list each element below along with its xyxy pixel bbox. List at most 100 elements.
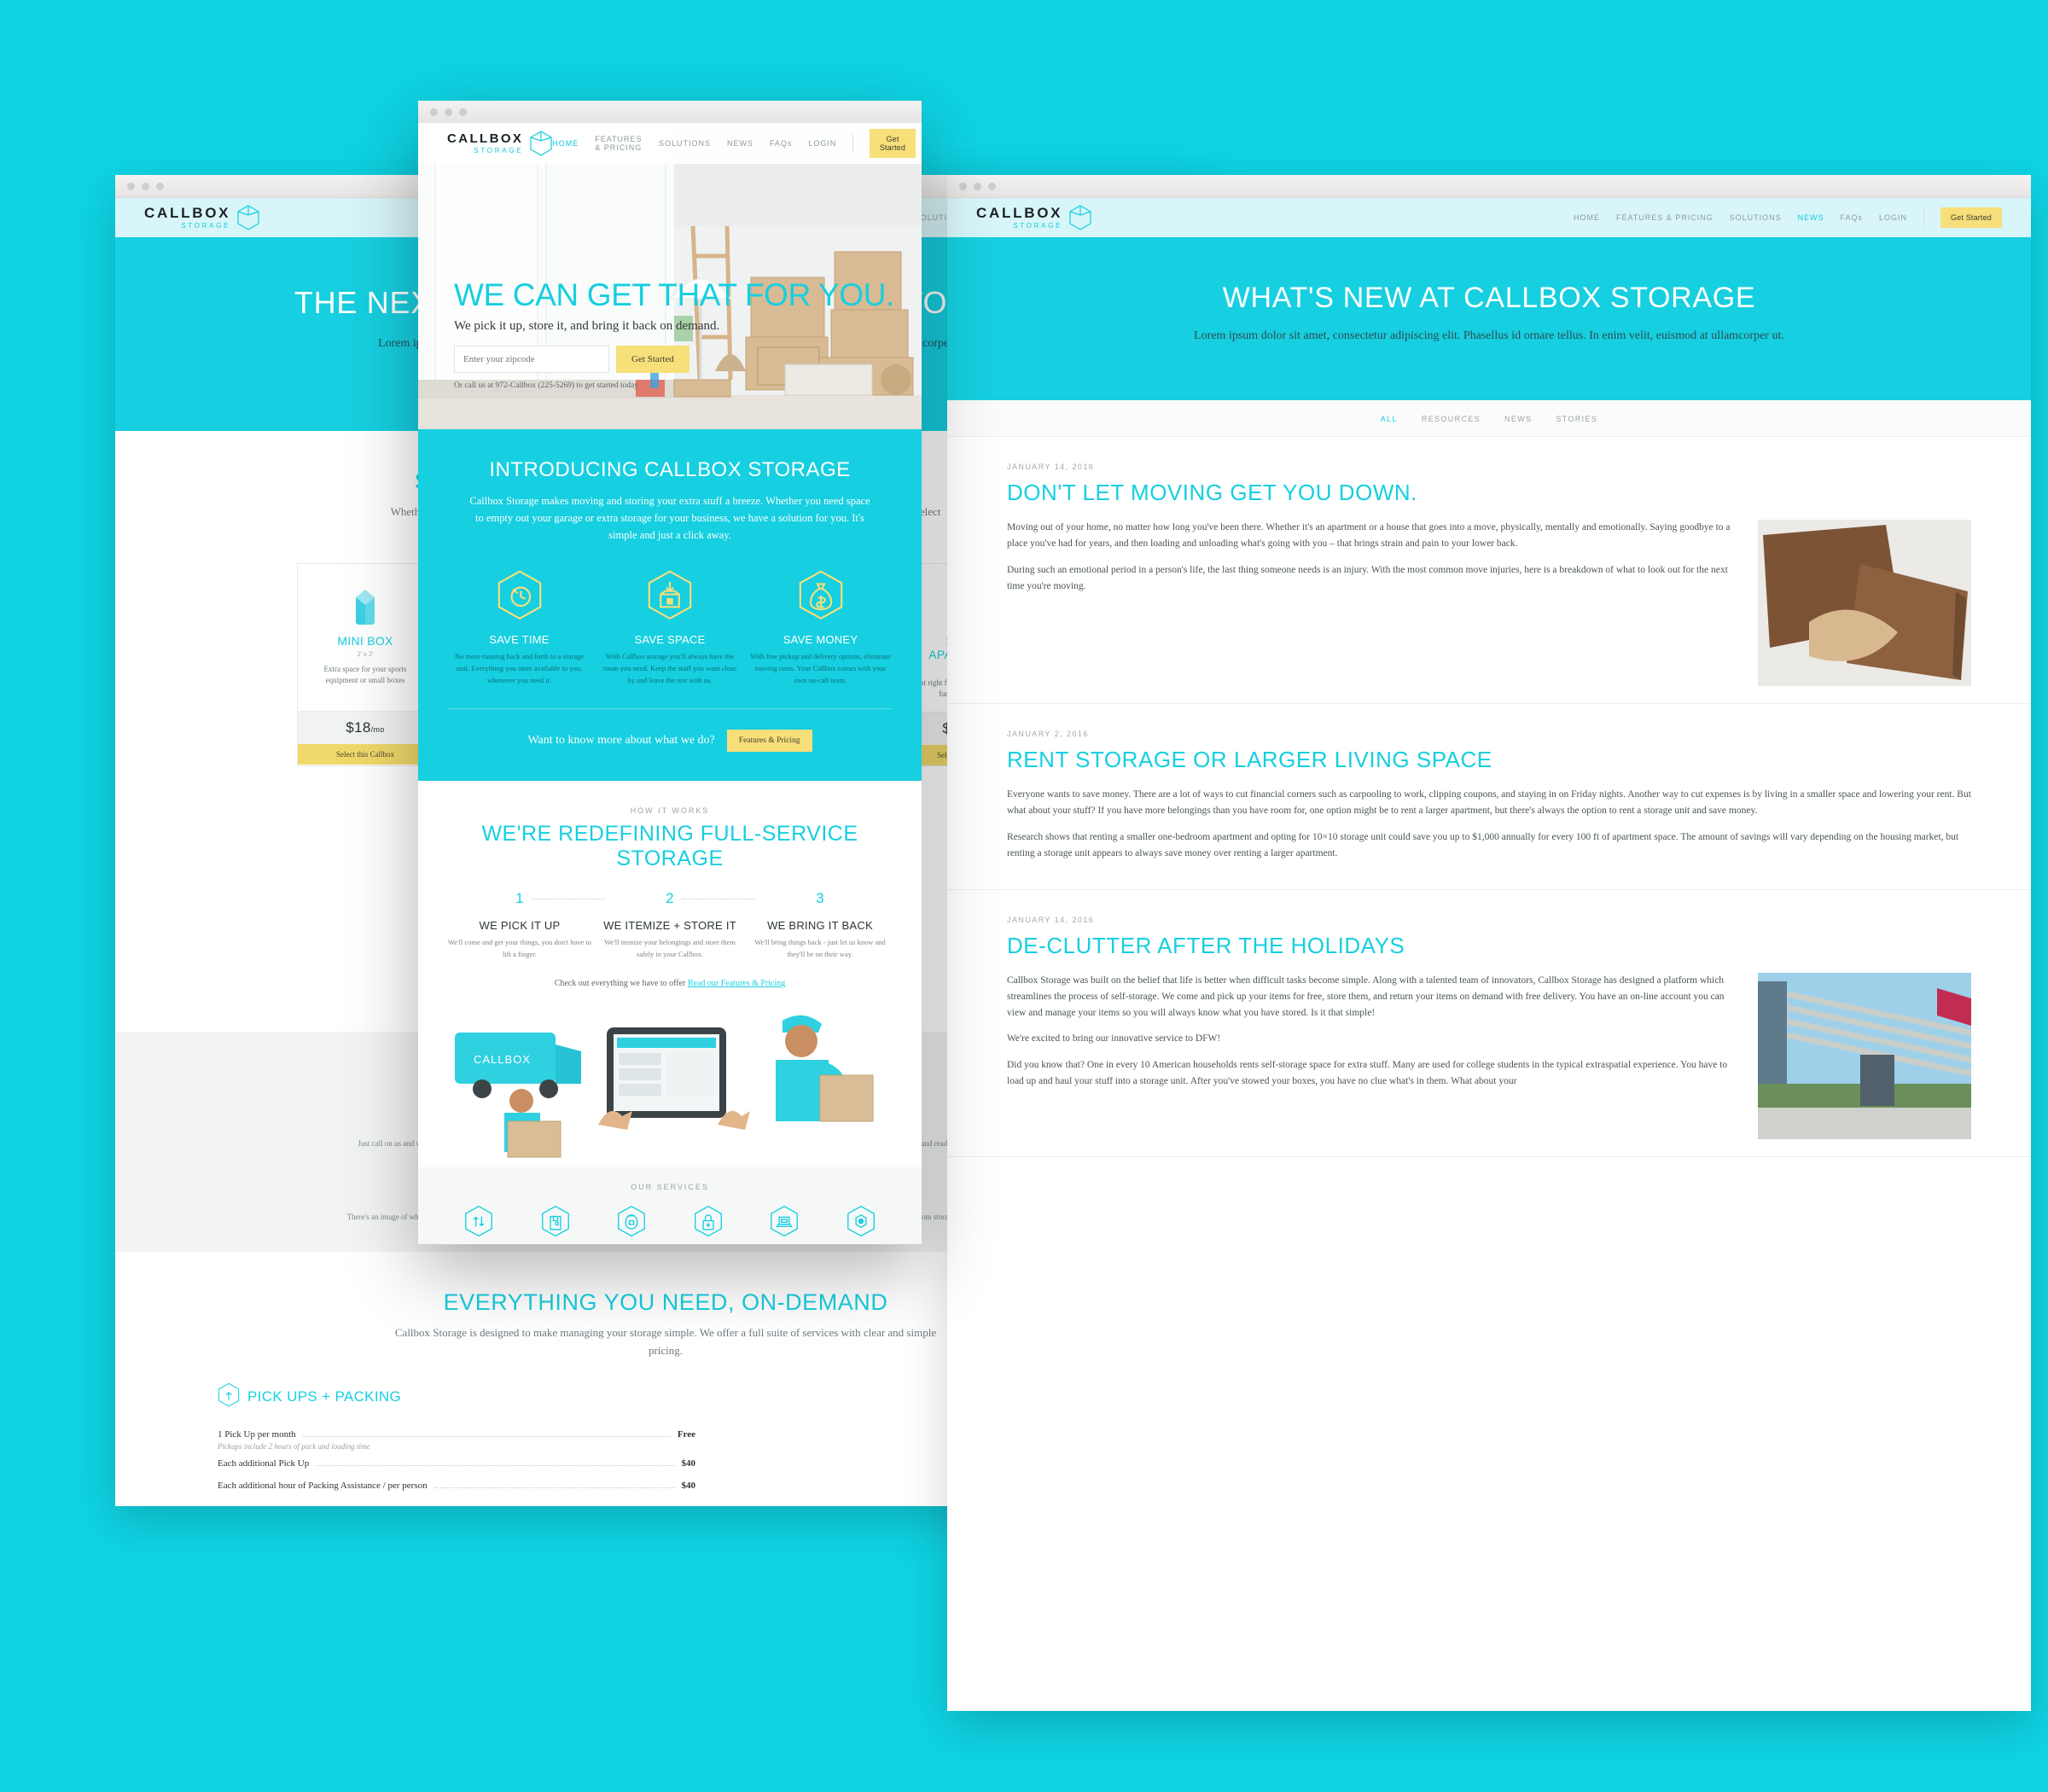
how-check-line[interactable]: Check out everything we have to offer Re… [447, 979, 893, 988]
nav-item-faqs[interactable]: FAQs [1841, 213, 1863, 222]
close-icon[interactable] [959, 182, 967, 190]
space-card[interactable]: MINI BOX 2' x 2' Extra space for your spor… [297, 562, 433, 767]
how-steps: 1 WE PICK IT UP We'll come and get your th… [447, 890, 893, 960]
logo-left[interactable]: CALLBOX STORAGE [144, 205, 259, 230]
news-filter-resources[interactable]: RESOURCES [1422, 415, 1481, 423]
article-date: JANUARY 2, 2016 [1007, 729, 1089, 738]
step-connector [681, 899, 755, 900]
pricing-row-label: 1 Pick Up per month [218, 1429, 296, 1440]
van-tablet-worker-illustration: CALLBOX [455, 1015, 874, 1158]
logo-wordmark: CALLBOX [447, 131, 524, 146]
nav-links-right[interactable]: HOME FEATURES & PRICING SOLUTIONS NEWS F… [1574, 207, 2002, 228]
home-window[interactable]: CALLBOX STORAGE HOME FEATURES & PRICING … [418, 101, 922, 1244]
minimize-icon[interactable] [445, 108, 452, 116]
close-icon[interactable] [430, 108, 438, 116]
how-check-text: Check out everything we have to offer [554, 979, 686, 989]
news-window[interactable]: CALLBOX STORAGE HOME FEATURES & PRICING … [947, 175, 2031, 1711]
cube-logo-icon [1069, 205, 1091, 230]
news-article[interactable]: JANUARY 2, 2016 RENT STORAGE OR LARGER LI… [947, 704, 2031, 890]
nav-item-features-pricing[interactable]: FEATURES & PRICING [1616, 213, 1713, 222]
news-article[interactable]: JANUARY 14, 2016 DE-CLUTTER AFTER THE HOL… [947, 890, 2031, 1157]
news-filter-news[interactable]: NEWS [1504, 415, 1532, 423]
site-navbar-front[interactable]: CALLBOX STORAGE HOME FEATURES & PRICING … [418, 123, 922, 164]
up-down-arrows-icon [464, 1206, 493, 1242]
callbox-van-icon: CALLBOX [455, 1033, 581, 1099]
nav-item-home[interactable]: HOME [552, 139, 579, 148]
article-paragraph: Callbox Storage was built on the belief … [1007, 975, 1725, 1018]
article-title[interactable]: RENT STORAGE OR LARGER LIVING SPACE [1007, 747, 1971, 773]
hero-headline-right: WHAT'S NEW AT CALLBOX STORAGE [1222, 282, 1756, 314]
step-connector [531, 899, 605, 900]
nav-item-solutions[interactable]: SOLUTIONS [1730, 213, 1782, 222]
nav-item-solutions[interactable]: SOLUTIONS [659, 139, 711, 148]
service-item: Free Pick ups& Deliveries [442, 1205, 515, 1244]
how-illustration: CALLBOX [447, 997, 893, 1167]
intro-feature: SAVE MONEY With free pickup and delivery … [750, 569, 891, 686]
minimize-icon[interactable] [974, 182, 981, 190]
intro-title: INTRODUCING CALLBOX STORAGE [489, 458, 851, 481]
minimize-icon[interactable] [142, 182, 149, 190]
service-item: Online PhotoInventory [748, 1205, 821, 1244]
maximize-icon[interactable] [459, 108, 467, 116]
step-title: WE PICK IT UP [479, 919, 561, 933]
features-pricing-button[interactable]: Features & Pricing [726, 730, 812, 753]
window-titlebar-front[interactable] [418, 101, 922, 124]
window-titlebar-right[interactable] [947, 175, 2031, 198]
article-title[interactable]: DE-CLUTTER AFTER THE HOLIDAYS [1007, 933, 1971, 959]
maximize-icon[interactable] [988, 182, 996, 190]
nav-item-faqs[interactable]: FAQs [770, 139, 792, 148]
logo-front[interactable]: CALLBOX STORAGE [447, 131, 552, 156]
step-text: We'll come and get your things, you don'… [447, 938, 592, 958]
nav-item-news[interactable]: NEWS [727, 139, 753, 148]
close-icon[interactable] [127, 182, 135, 190]
lock-icon [694, 1206, 723, 1242]
read-features-pricing-link[interactable]: Read our Features & Pricing [688, 979, 785, 988]
how-step: 2 WE ITEMIZE + STORE IT We'll itemize your… [597, 890, 755, 960]
hero-copy-front: WE CAN GET THAT FOR YOU. We pick it up, … [454, 277, 894, 390]
nav-item-features-pricing[interactable]: FEATURES & PRICING [595, 135, 643, 152]
nav-item-login[interactable]: LOGIN [808, 139, 836, 148]
article-paragraph: Moving out of your home, no matter how l… [1007, 521, 1731, 549]
news-filter-stories[interactable]: STORIES [1556, 415, 1597, 423]
nav-item-login[interactable]: LOGIN [1879, 213, 1907, 222]
step-title: WE BRING IT BACK [767, 919, 873, 933]
service-item: Secure StorageFacilities [672, 1205, 745, 1244]
space-size-icon [308, 579, 422, 627]
services-row: Free Pick ups& DeliveriesFriendly Packin… [442, 1205, 898, 1244]
hexagon-dot-icon [847, 1206, 876, 1242]
zipcode-input[interactable] [454, 346, 609, 373]
pricing-row: Each additional Pick Up $40 [218, 1452, 695, 1475]
zipcode-form[interactable]: Get Started [454, 346, 894, 373]
get-started-button[interactable]: Get Started [1940, 207, 2002, 228]
article-text: Everyone wants to save money. There are … [1007, 787, 1971, 872]
news-filter-all[interactable]: ALL [1381, 415, 1398, 423]
cube-logo-icon [237, 205, 259, 230]
pricing-row-value: $40 [681, 1481, 696, 1492]
space-card-name: MINI BOX [337, 633, 393, 648]
news-article[interactable]: JANUARY 14, 2016 DON'T LET MOVING GET YOU… [947, 437, 2031, 704]
article-title[interactable]: DON'T LET MOVING GET YOU DOWN. [1007, 480, 1971, 506]
get-started-button[interactable]: Get Started [869, 129, 916, 158]
clock-icon [497, 570, 543, 624]
hero-text-right: Lorem ipsum dolor sit amet, consectetur … [1194, 329, 1784, 342]
nav-item-home[interactable]: HOME [1574, 213, 1600, 222]
packing-box-icon [541, 1206, 570, 1242]
nav-links-front[interactable]: HOME FEATURES & PRICING SOLUTIONS NEWS F… [552, 129, 916, 158]
hero-get-started-button[interactable]: Get Started [616, 346, 689, 373]
pricing-row-value: Free [677, 1429, 695, 1440]
news-filter-bar[interactable]: ALL RESOURCES NEWS STORIES [947, 399, 2031, 437]
pricing-row-note: Pickups include 2 hours of pack and load… [218, 1442, 370, 1452]
site-navbar-right[interactable]: CALLBOX STORAGE HOME FEATURES & PRICING … [947, 198, 2031, 237]
intro-feature-text: With Callbox storage you'll always have … [602, 652, 737, 684]
maximize-icon[interactable] [156, 182, 164, 190]
how-step: 3 WE BRING IT BACK We'll bring things back… [748, 890, 893, 960]
pricing-group: PICK UPS + PACKING 1 Pick Up per month Fre… [218, 1382, 695, 1497]
intro-cta[interactable]: Want to know more about what we do? Feat… [449, 730, 891, 753]
select-callbox-button[interactable]: Select this Callbox [298, 743, 433, 765]
money-bag-icon [798, 570, 844, 624]
logo-right[interactable]: CALLBOX STORAGE [976, 205, 1091, 230]
nav-item-news[interactable]: NEWS [1798, 213, 1824, 222]
intro-feature-row: SAVE TIME No more running back and forth … [449, 569, 891, 686]
intro-cta-text: Want to know more about what we do? [527, 734, 715, 748]
step-text: We'll bring things back - just let us kn… [754, 938, 886, 958]
